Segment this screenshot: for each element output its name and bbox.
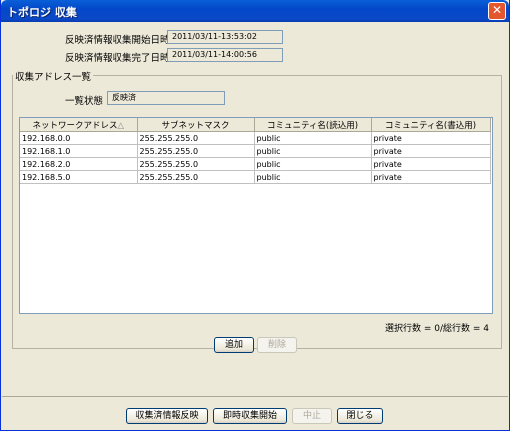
cell-community-read: public — [254, 144, 372, 158]
cell-community-read: public — [254, 170, 372, 184]
delete-button[interactable]: 削除 — [257, 337, 297, 353]
column-network-address[interactable]: ネットワークアドレス△ — [20, 118, 138, 132]
table-row[interactable]: 192.168.5.0 255.255.255.0 public private — [20, 170, 491, 184]
table-row[interactable]: 192.168.1.0 255.255.255.0 public private — [20, 144, 491, 158]
reflect-collected-info-button[interactable]: 収集済情報反映 — [126, 408, 208, 424]
cell-community-write: private — [371, 131, 491, 145]
address-table[interactable]: ネットワークアドレス△ サブネットマスク コミュニティ名(読込用) コミュニティ… — [19, 117, 493, 314]
cell-community-write: private — [371, 144, 491, 158]
cell-network-address: 192.168.5.0 — [20, 170, 138, 184]
table-header-row: ネットワークアドレス△ サブネットマスク コミュニティ名(読込用) コミュニティ… — [20, 118, 491, 132]
column-community-read[interactable]: コミュニティ名(読込用) — [254, 118, 372, 132]
column-community-write[interactable]: コミュニティ名(書込用) — [371, 118, 491, 132]
close-icon[interactable]: ✕ — [488, 2, 506, 20]
end-datetime-field: 2011/03/11-14:00:56 — [167, 48, 283, 62]
column-subnet-mask[interactable]: サブネットマスク — [137, 118, 255, 132]
cell-community-write: private — [371, 157, 491, 171]
list-status-label: 一覧状態 — [65, 96, 104, 107]
table-row[interactable]: 192.168.2.0 255.255.255.0 public private — [20, 157, 491, 171]
cell-community-read: public — [254, 131, 372, 145]
list-status-field: 反映済 — [107, 91, 225, 105]
address-list-group-title: 収集アドレス一覧 — [13, 69, 94, 83]
cell-community-write: private — [371, 170, 491, 184]
cell-network-address: 192.168.0.0 — [20, 131, 138, 145]
sort-ascending-icon: △ — [117, 120, 125, 131]
start-datetime-field: 2011/03/11-13:53:02 — [167, 30, 283, 44]
title-bar[interactable]: トポロジ 収集 ✕ — [1, 0, 509, 22]
close-button[interactable]: 閉じる — [337, 408, 383, 424]
start-datetime-label: 反映済情報収集開始日時 — [65, 35, 170, 46]
row-count-status: 選択行数 = 0/総行数 = 4 — [384, 324, 489, 334]
table-row[interactable]: 192.168.0.0 255.255.255.0 public private — [20, 131, 491, 145]
window-title: トポロジ 収集 — [7, 6, 77, 19]
topology-collect-window: トポロジ 収集 ✕ 反映済情報収集開始日時 2011/03/11-13:53:0… — [0, 0, 510, 431]
stop-button[interactable]: 中止 — [292, 408, 332, 424]
footer-divider — [2, 396, 508, 397]
add-button[interactable]: 追加 — [214, 337, 254, 353]
cell-network-address: 192.168.1.0 — [20, 144, 138, 158]
cell-community-read: public — [254, 157, 372, 171]
column-network-address-label: ネットワークアドレス — [32, 120, 118, 131]
cell-network-address: 192.168.2.0 — [20, 157, 138, 171]
start-collection-now-button[interactable]: 即時収集開始 — [213, 408, 287, 424]
end-datetime-label: 反映済情報収集完了日時 — [65, 53, 170, 64]
cell-subnet-mask: 255.255.255.0 — [137, 157, 255, 171]
cell-subnet-mask: 255.255.255.0 — [137, 170, 255, 184]
cell-subnet-mask: 255.255.255.0 — [137, 144, 255, 158]
cell-subnet-mask: 255.255.255.0 — [137, 131, 255, 145]
